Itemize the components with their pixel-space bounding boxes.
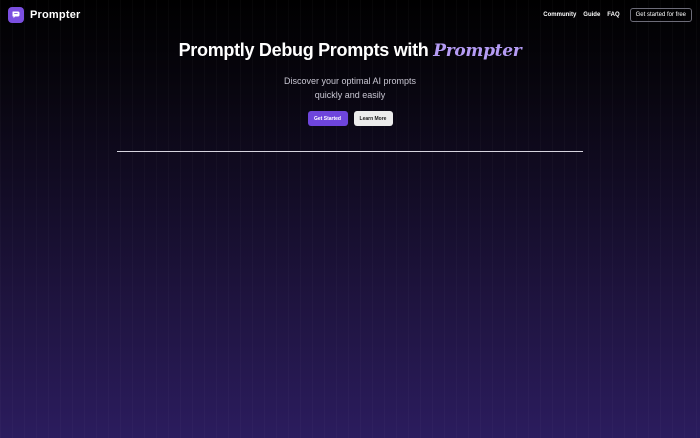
hero-buttons: Get Started Learn More <box>0 111 700 126</box>
brand-link[interactable]: Prompter <box>8 7 81 23</box>
hero-subtitle-line-2: quickly and easily <box>314 90 386 100</box>
nav-links: Community Guide FAQ Get started for free <box>543 8 692 22</box>
get-started-free-button[interactable]: Get started for free <box>629 8 692 22</box>
chat-bubble-icon <box>8 7 24 23</box>
hero-subtitle-line-1: Discover your optimal AI prompts <box>283 76 417 86</box>
hero-subtitle: Discover your optimal AI prompts quickly… <box>0 74 700 102</box>
get-started-button[interactable]: Get Started <box>307 111 348 126</box>
hero-title-main: Promptly Debug Prompts with <box>178 40 434 60</box>
nav-link-community[interactable]: Community <box>543 12 576 18</box>
brand-name: Prompter <box>30 9 81 21</box>
top-navbar: Prompter Community Guide FAQ Get started… <box>0 0 700 30</box>
nav-link-faq[interactable]: FAQ <box>607 12 619 18</box>
hero-divider <box>117 151 583 152</box>
learn-more-button[interactable]: Learn More <box>353 111 393 126</box>
background-grid <box>0 0 700 438</box>
hero-title-accent: Prompter <box>433 41 522 61</box>
hero-title: Promptly Debug Prompts with Prompter <box>0 40 700 61</box>
nav-link-guide[interactable]: Guide <box>583 12 600 18</box>
